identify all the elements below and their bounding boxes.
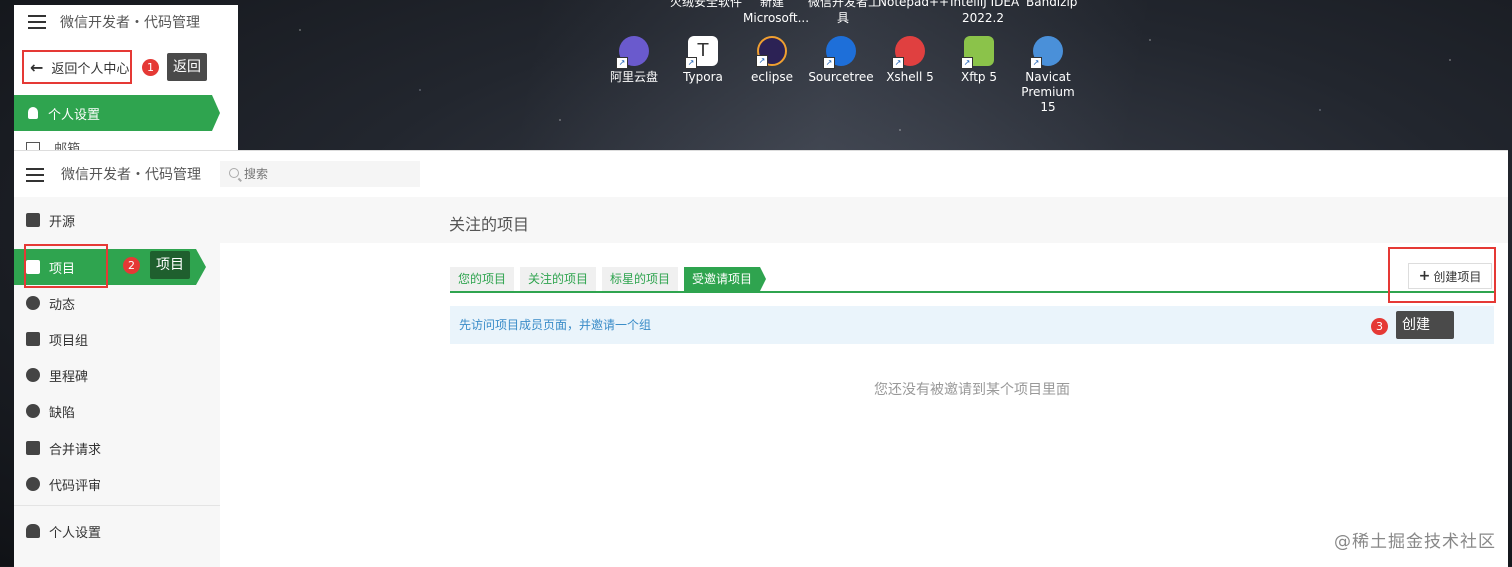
desktop-icon-label: eclipse — [751, 70, 793, 84]
sidebar-item-issues[interactable]: 缺陷 — [14, 393, 220, 429]
user-icon — [26, 524, 40, 538]
arrow-left-icon: ← — [30, 57, 44, 77]
header: 微信开发者・代码管理 — [14, 151, 1508, 197]
check-circle-icon — [26, 477, 40, 491]
sidebar-item-label: 代码评审 — [49, 478, 102, 494]
desktop-icon-sourcetree[interactable]: ↗ Sourcetree — [805, 36, 877, 85]
desktop-icon-label: Xftp 5 — [960, 70, 997, 84]
sidebar-item-label: 项目组 — [49, 333, 89, 349]
watermark: @稀土掘金技术社区 — [1334, 532, 1496, 552]
sidebar-item-code-review[interactable]: 代码评审 — [14, 466, 220, 502]
desktop-icon-label: Xshell 5 — [886, 70, 934, 84]
sidebar-item-personal-settings[interactable]: 个人设置 — [14, 513, 220, 549]
desktop-icon-label: Sourcetree — [808, 70, 874, 84]
sidebar-item-label: 动态 — [49, 297, 76, 313]
sidebar-item-label: 缺陷 — [49, 405, 76, 421]
desktop-label: Microsoft... — [743, 11, 810, 25]
desktop-label: 新建 — [760, 0, 785, 9]
desktop-label: Bandizip — [1026, 0, 1078, 9]
section-title: 关注的项目 — [449, 215, 530, 234]
desktop-label: 2022.2 — [962, 11, 1004, 25]
sourcetree-icon: ↗ — [823, 36, 856, 69]
back-label: 返回个人中心 — [51, 61, 130, 77]
desktop-label: 具 — [837, 11, 850, 25]
step-badge: 3 — [1371, 318, 1388, 335]
desktop-icon-label: Typora — [683, 70, 723, 84]
desktop-icon-typora[interactable]: T ↗ Typora — [667, 36, 739, 85]
desktop-icon-xftp[interactable]: ↗ Xftp 5 — [943, 36, 1015, 85]
mini-header: 微信开发者・代码管理 — [14, 5, 238, 39]
desktop-icon-label: Navicat — [1025, 70, 1071, 84]
plus-icon: + — [1418, 268, 1431, 284]
eclipse-icon: ↗ — [756, 36, 787, 67]
desktop-icon-aliyun[interactable]: ↗ 阿里云盘 — [598, 36, 670, 85]
sidebar-item-label: 个人设置 — [49, 525, 102, 541]
mail-icon — [26, 142, 40, 150]
desktop-icon-navicat[interactable]: ↗ Navicat Premium 15 — [1012, 36, 1084, 115]
user-icon — [28, 107, 38, 119]
desktop-icon-eclipse[interactable]: ↗ eclipse — [736, 36, 808, 85]
info-banner: 先访问项目成员页面，并邀请一个组 — [450, 306, 1494, 344]
sidebar-item-merge-requests[interactable]: 合并请求 — [14, 430, 220, 466]
tooltip-projects: 项目 — [150, 251, 190, 279]
desktop-label: Notepad++ — [878, 0, 950, 9]
sidebar-item-personal-settings[interactable]: 个人设置 — [14, 95, 220, 131]
sidebar-item-groups[interactable]: 项目组 — [14, 321, 220, 357]
menu-icon[interactable] — [26, 168, 44, 182]
xftp-icon: ↗ — [961, 36, 994, 69]
dashboard-icon — [26, 296, 40, 310]
desktop-icon-label: 阿里云盘 — [609, 70, 658, 84]
desktop-icon-label: Premium 15 — [1021, 85, 1075, 114]
clock-icon — [26, 368, 40, 382]
back-to-profile-button[interactable]: ← 返回个人中心 — [22, 50, 132, 84]
tab-underline — [450, 291, 1494, 293]
sidebar-item-opensource[interactable]: 开源 — [14, 202, 220, 238]
tab-starred-following[interactable]: 关注的项目 — [520, 267, 597, 291]
sidebar-divider — [14, 505, 220, 506]
desktop-label: IntelliJ IDEA — [950, 0, 1020, 9]
sidebar-item-label: 个人设置 — [48, 107, 101, 123]
desktop-label: 微信开发者工 — [808, 0, 881, 9]
mini-title: 微信开发者・代码管理 — [60, 15, 200, 31]
map-icon — [26, 213, 40, 227]
project-tabs: 您的项目 关注的项目 标星的项目 受邀请项目 — [450, 267, 767, 291]
xshell-icon: ↗ — [892, 36, 925, 69]
sidebar-item-label: 里程碑 — [49, 369, 89, 385]
desktop-label: 火绒安全软件 — [670, 0, 743, 9]
tab-your-projects[interactable]: 您的项目 — [450, 267, 515, 291]
sidebar-item-mailbox[interactable]: 邮箱 — [26, 138, 80, 150]
page-title: 微信开发者・代码管理 — [61, 167, 201, 183]
step-badge: 1 — [142, 59, 159, 76]
tooltip-create: 创建 — [1396, 311, 1454, 339]
typora-icon: T ↗ — [685, 36, 718, 69]
sidebar-item-milestones[interactable]: 里程碑 — [14, 357, 220, 393]
tab-invited-projects[interactable]: 受邀请项目 — [684, 267, 767, 291]
navicat-icon: ↗ — [1030, 36, 1063, 69]
tooltip-back: 返回 — [167, 53, 207, 81]
desktop-icon-xshell[interactable]: ↗ Xshell 5 — [874, 36, 946, 85]
sidebar-item-label: 邮箱 — [54, 142, 81, 150]
search-icon — [229, 168, 239, 178]
empty-state-text: 您还没有被邀请到某个项目里面 — [874, 382, 1070, 398]
menu-icon[interactable] — [28, 15, 46, 29]
sidebar-item-activity[interactable]: 动态 — [14, 285, 220, 321]
tab-starred-projects[interactable]: 标星的项目 — [602, 267, 679, 291]
create-project-button[interactable]: + 创建项目 — [1408, 263, 1492, 289]
main-window: 微信开发者・代码管理 开源 项目 动态 项目组 里程碑 缺陷 — [14, 150, 1508, 567]
create-project-label: 创建项目 — [1433, 269, 1482, 284]
alert-icon — [26, 404, 40, 418]
group-icon — [26, 332, 40, 346]
step-badge: 2 — [123, 257, 140, 274]
sidebar-item-label: 开源 — [49, 214, 76, 230]
aliyun-drive-icon: ↗ — [616, 36, 649, 69]
search-input[interactable] — [220, 161, 420, 187]
highlight-box — [24, 244, 108, 288]
sidebar-item-label: 合并请求 — [49, 442, 102, 458]
server-icon — [26, 441, 40, 455]
